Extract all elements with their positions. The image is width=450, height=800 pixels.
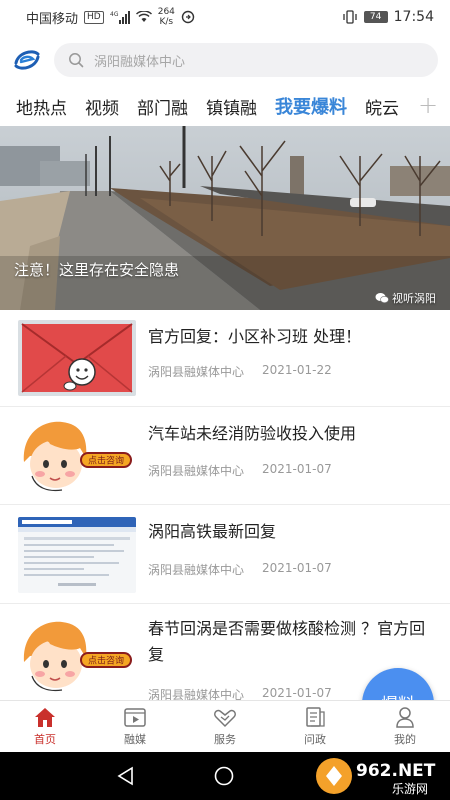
- banner-carousel[interactable]: 注意！这里存在安全隐患 视听涡阳: [0, 126, 450, 310]
- clock: 17:54: [393, 9, 434, 25]
- news-thumbnail: 点击咨询: [18, 618, 136, 694]
- home-icon: [35, 708, 55, 727]
- banner-caption: 注意！这里存在安全隐患: [14, 261, 180, 279]
- tab-report[interactable]: 我要爆料: [275, 93, 347, 119]
- nav-mine[interactable]: 我的: [360, 701, 450, 752]
- nav-service[interactable]: 服务: [180, 701, 270, 752]
- search-icon: [69, 53, 84, 68]
- consult-thumbnail: 点击咨询: [18, 618, 136, 694]
- nav-home[interactable]: 首页: [0, 701, 90, 752]
- app-logo: [14, 50, 40, 70]
- envelope-thumbnail: [18, 320, 136, 396]
- news-thumbnail: 点击咨询: [18, 418, 136, 494]
- news-date: 2021-01-22: [262, 363, 332, 377]
- handshake-icon: [214, 709, 236, 728]
- news-source: 涡阳县融媒体中心: [148, 365, 245, 379]
- news-date: 2021-01-07: [262, 561, 332, 575]
- news-date: 2021-01-07: [262, 462, 332, 476]
- nav-media[interactable]: 融媒: [90, 701, 180, 752]
- news-thumbnail: [18, 320, 136, 396]
- news-date: 2021-01-07: [262, 686, 332, 700]
- news-thumbnail: [18, 517, 136, 593]
- home-button-icon[interactable]: [214, 766, 234, 786]
- sync-icon: [181, 10, 195, 24]
- vibrate-icon: [342, 10, 357, 24]
- channel-tabs: 地热点 视频 部门融 镇镇融 我要爆料 皖云 +: [0, 86, 450, 126]
- tab-hot[interactable]: 地热点: [16, 94, 67, 119]
- document-icon: [306, 707, 325, 727]
- video-icon: [124, 708, 146, 727]
- status-bar: 中国移动 HD 4G 264 K/s 74 17:54: [0, 0, 450, 34]
- search-header: 涡阳融媒体中心: [0, 34, 450, 86]
- news-source: 涡阳县融媒体中心: [148, 464, 245, 478]
- nav-politics[interactable]: 问政: [270, 701, 360, 752]
- wifi-icon: [135, 11, 152, 22]
- wechat-icon: [375, 293, 389, 304]
- webpage-thumbnail: [18, 517, 136, 593]
- svg-text:962.NET: 962.NET: [356, 761, 436, 781]
- tab-wanyun[interactable]: 皖云: [365, 94, 399, 119]
- signal-icon: 4G: [110, 10, 130, 24]
- news-item[interactable]: 点击咨询 汽车站未经消防验收投入使用 涡阳县融媒体中心 2021-01-07: [0, 407, 450, 505]
- news-title: 汽车站未经消防验收投入使用: [148, 424, 357, 443]
- tab-video[interactable]: 视频: [85, 94, 119, 119]
- news-source: 涡阳县融媒体中心: [148, 563, 245, 577]
- search-input[interactable]: 涡阳融媒体中心: [54, 43, 438, 77]
- battery-icon: 74: [363, 11, 388, 23]
- svg-text:4G: 4G: [110, 11, 119, 18]
- search-placeholder: 涡阳融媒体中心: [94, 54, 186, 70]
- news-item[interactable]: 官方回复：小区补习班 处理！ 涡阳县融媒体中心 2021-01-22: [0, 310, 450, 407]
- consult-thumbnail: 点击咨询: [18, 418, 136, 494]
- news-title: 涡阳高铁最新回复: [148, 522, 277, 541]
- news-title: 官方回复：小区补习班 处理！: [148, 327, 362, 346]
- banner-image: [0, 126, 450, 310]
- hd-badge: HD: [84, 10, 104, 24]
- news-title: 春节回涡是否需要做核酸检测 ？官方回复: [148, 619, 426, 664]
- back-icon[interactable]: [116, 766, 136, 786]
- consult-label: 点击咨询: [88, 455, 124, 467]
- consult-label: 点击咨询: [88, 655, 124, 667]
- news-item[interactable]: 涡阳高铁最新回复 涡阳县融媒体中心 2021-01-07: [0, 505, 450, 604]
- user-icon: [396, 707, 414, 728]
- site-watermark: 962.NET 乐游网: [316, 758, 436, 796]
- banner-source: 视听涡阳: [375, 290, 436, 306]
- bottom-nav: 首页 融媒 服务 问政 我的: [0, 700, 450, 752]
- add-channel-icon[interactable]: +: [416, 93, 440, 118]
- tab-department[interactable]: 部门融: [137, 94, 188, 119]
- network-speed: 264 K/s: [157, 7, 175, 27]
- tab-towns[interactable]: 镇镇融: [206, 94, 257, 119]
- carrier-name: 中国移动: [26, 11, 79, 27]
- svg-text:乐游网: 乐游网: [392, 782, 428, 796]
